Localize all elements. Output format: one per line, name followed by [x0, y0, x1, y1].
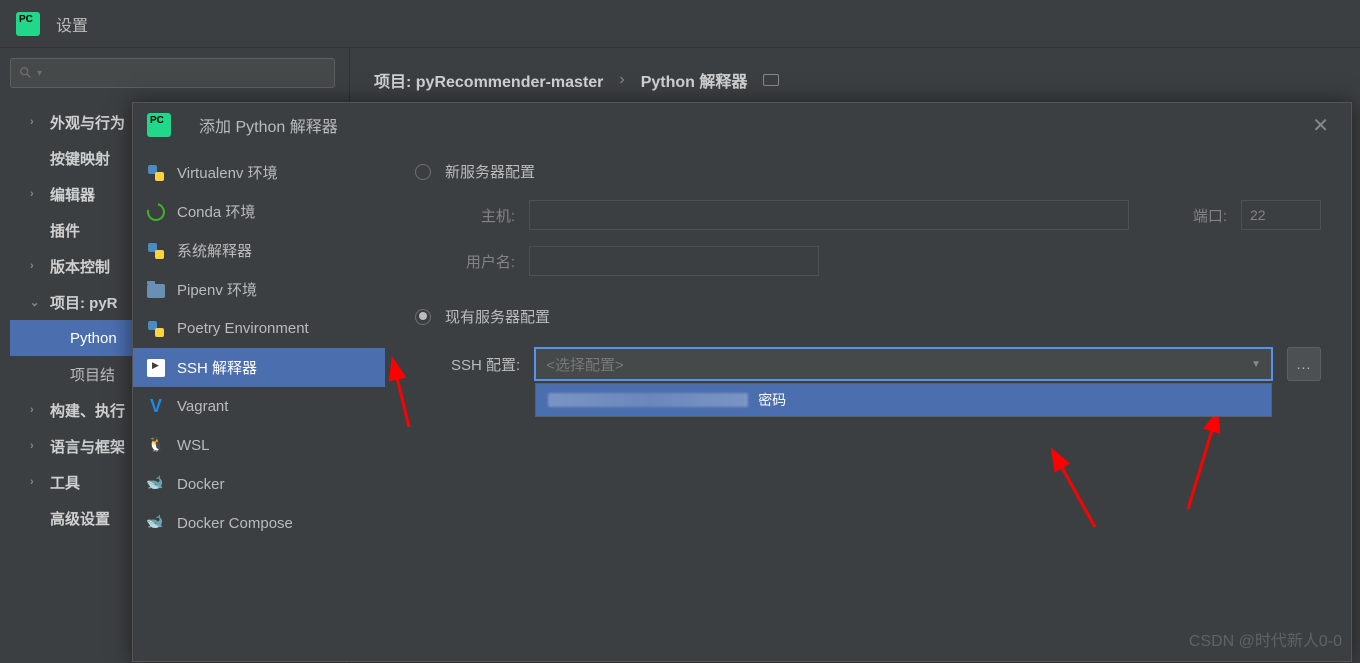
existing-server-radio[interactable] — [415, 309, 431, 325]
ssh-config-more-button[interactable]: ... — [1287, 347, 1321, 381]
interp-vagrant[interactable]: VVagrant — [133, 387, 385, 426]
ssh-config-label: SSH 配置: — [451, 354, 520, 375]
interp-ssh[interactable]: SSH 解释器 — [133, 348, 385, 387]
breadcrumb: 项目: pyRecommender-master › Python 解释器 — [374, 68, 1336, 92]
new-server-radio[interactable] — [415, 164, 431, 180]
dialog-body: Virtualenv 环境 Conda 环境 系统解释器 Pipenv 环境 P… — [133, 147, 1351, 661]
chevron-right-icon: › — [30, 116, 42, 128]
host-input — [529, 200, 1129, 230]
new-server-radio-row: 新服务器配置 — [415, 161, 1321, 182]
new-server-label: 新服务器配置 — [445, 161, 535, 182]
dropdown-placeholder: <选择配置> — [546, 354, 624, 375]
chevron-down-icon: ⌄ — [30, 296, 42, 309]
ssh-config-row: SSH 配置: <选择配置> ▼ 密码 ... — [451, 347, 1321, 381]
annotation-arrow-2 — [1045, 447, 1105, 537]
chevron-right-icon: › — [30, 404, 42, 416]
python-icon — [147, 320, 165, 338]
chevron-right-icon: › — [30, 476, 42, 488]
ssh-config-dropdown-list: 密码 — [535, 383, 1272, 417]
pycharm-icon — [16, 12, 40, 36]
chevron-right-icon: › — [30, 440, 42, 452]
project-scope-icon — [763, 74, 779, 86]
python-icon — [147, 164, 165, 182]
add-interpreter-dialog: 添加 Python 解释器 ✕ Virtualenv 环境 Conda 环境 系… — [132, 102, 1352, 662]
search-icon — [19, 66, 33, 80]
user-label: 用户名: — [451, 251, 515, 272]
chevron-down-icon: ▼ — [1251, 359, 1261, 370]
dialog-titlebar: 添加 Python 解释器 ✕ — [133, 103, 1351, 147]
settings-title: 设置 — [56, 12, 88, 36]
breadcrumb-page: Python 解释器 — [641, 68, 748, 92]
interp-conda[interactable]: Conda 环境 — [133, 192, 385, 231]
interp-pipenv[interactable]: Pipenv 环境 — [133, 270, 385, 309]
ssh-icon — [147, 359, 165, 377]
existing-server-label: 现有服务器配置 — [445, 306, 550, 327]
annotation-arrow-1 — [385, 357, 425, 437]
redacted-text — [548, 393, 748, 407]
close-button[interactable]: ✕ — [1304, 109, 1337, 142]
dialog-content: 新服务器配置 主机: 端口: 用户名: 现有服务器配置 SSH 配置: <选择配… — [385, 147, 1351, 661]
port-input — [1241, 200, 1321, 230]
watermark: CSDN @时代新人0-0 — [1189, 627, 1342, 651]
interp-virtualenv[interactable]: Virtualenv 环境 — [133, 153, 385, 192]
docker-icon — [147, 476, 165, 494]
chevron-right-icon: › — [30, 260, 42, 272]
interp-docker[interactable]: Docker — [133, 465, 385, 504]
chevron-right-icon: › — [30, 188, 42, 200]
interp-docker-compose[interactable]: Docker Compose — [133, 504, 385, 543]
pycharm-icon — [147, 113, 171, 137]
host-label: 主机: — [451, 205, 515, 226]
search-input[interactable]: ▾ — [10, 58, 335, 88]
folder-icon — [147, 284, 165, 298]
conda-icon — [144, 199, 169, 224]
dialog-title: 添加 Python 解释器 — [199, 113, 338, 137]
wsl-icon — [147, 437, 165, 455]
ssh-config-option[interactable]: 密码 — [536, 384, 1271, 416]
ssh-config-dropdown[interactable]: <选择配置> ▼ 密码 — [534, 347, 1273, 381]
interp-poetry[interactable]: Poetry Environment — [133, 309, 385, 348]
interp-system[interactable]: 系统解释器 — [133, 231, 385, 270]
port-label: 端口: — [1163, 205, 1227, 226]
annotation-arrow-3 — [1178, 409, 1228, 519]
python-icon — [147, 242, 165, 260]
host-row: 主机: 端口: — [451, 200, 1321, 230]
interpreter-type-list: Virtualenv 环境 Conda 环境 系统解释器 Pipenv 环境 P… — [133, 147, 385, 661]
breadcrumb-project: 项目: pyRecommender-master — [374, 68, 603, 92]
docker-compose-icon — [147, 515, 165, 533]
user-row: 用户名: — [451, 246, 1321, 276]
interp-wsl[interactable]: WSL — [133, 426, 385, 465]
settings-titlebar: 设置 — [0, 0, 1360, 48]
vagrant-icon: V — [147, 398, 165, 416]
existing-server-radio-row: 现有服务器配置 — [415, 306, 1321, 327]
username-input — [529, 246, 819, 276]
breadcrumb-separator: › — [619, 71, 624, 89]
